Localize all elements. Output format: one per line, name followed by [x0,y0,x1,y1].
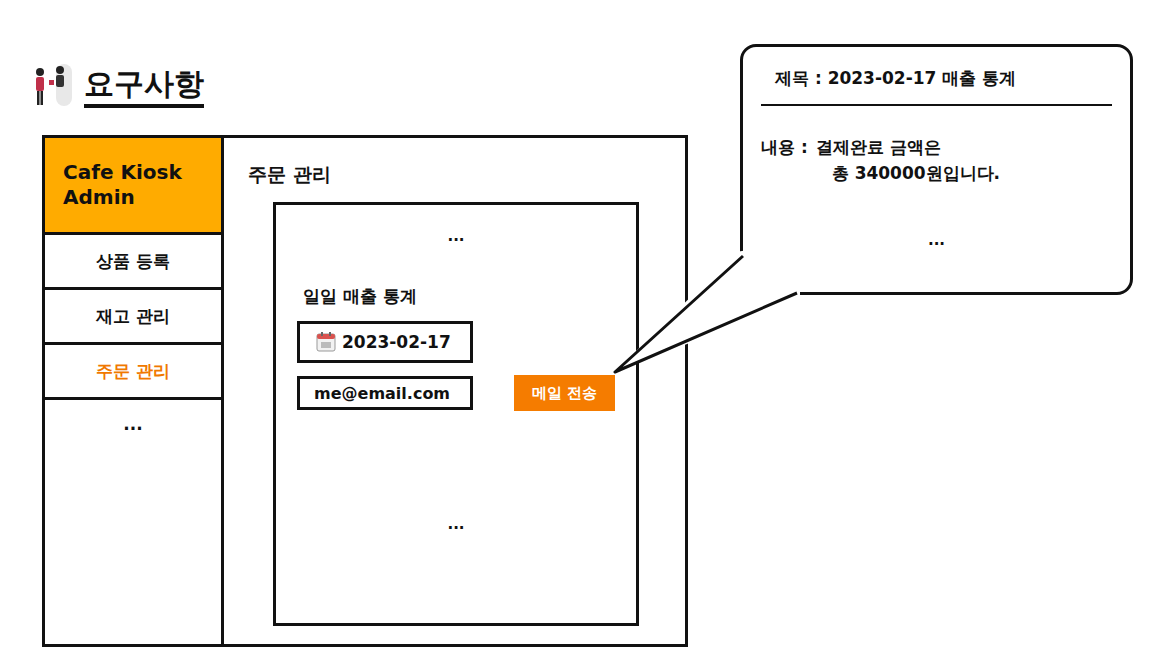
send-mail-button[interactable]: 메일 전송 [514,375,615,411]
ellipsis: ... [761,231,1112,249]
content-box: ... 일일 매출 통계 2023-02-17 me@email.com 메일 … [273,202,639,626]
section-title: 일일 매출 통계 [303,285,636,308]
daily-sales-section: 일일 매출 통계 2023-02-17 me@email.com 메일 전송 [276,285,636,411]
divider [761,104,1112,106]
slide: 요구사항 Cafe Kiosk Admin 상품 등록재고 관리주문 관리...… [0,0,1170,661]
main-panel: 주문 관리 ... 일일 매출 통계 2023-02-17 me@email.c… [224,138,685,644]
people-icon [30,60,78,108]
email-field[interactable]: me@email.com [297,376,473,410]
bubble-tail [0,0,1170,661]
date-field[interactable]: 2023-02-17 [297,321,473,363]
mail-body-line: 총 340000원입니다. [816,160,1000,186]
sidebar-item[interactable]: 상품 등록 [45,235,221,290]
mail-body-line: 결제완료 금액은 [816,134,1000,160]
calendar-icon [316,332,336,352]
date-value: 2023-02-17 [342,332,451,352]
mail-preview-bubble: 제목 : 2023-02-17 매출 통계 내용 : 결제완료 금액은총 340… [740,44,1133,295]
sidebar-title: Cafe Kiosk Admin [45,138,221,235]
ellipsis: ... [276,205,636,245]
sidebar-item[interactable]: 주문 관리 [45,345,221,400]
sidebar-item[interactable]: ... [45,400,221,455]
mail-subject: 제목 : 2023-02-17 매출 통계 [761,67,1112,90]
admin-window: Cafe Kiosk Admin 상품 등록재고 관리주문 관리... 주문 관… [42,135,688,647]
sidebar-item[interactable]: 재고 관리 [45,290,221,345]
sidebar: Cafe Kiosk Admin 상품 등록재고 관리주문 관리... [45,138,224,644]
page-title: 주문 관리 [248,162,685,188]
mail-body: 내용 : 결제완료 금액은총 340000원입니다. [761,134,1112,187]
heading-title: 요구사항 [84,66,204,108]
ellipsis: ... [276,515,636,533]
